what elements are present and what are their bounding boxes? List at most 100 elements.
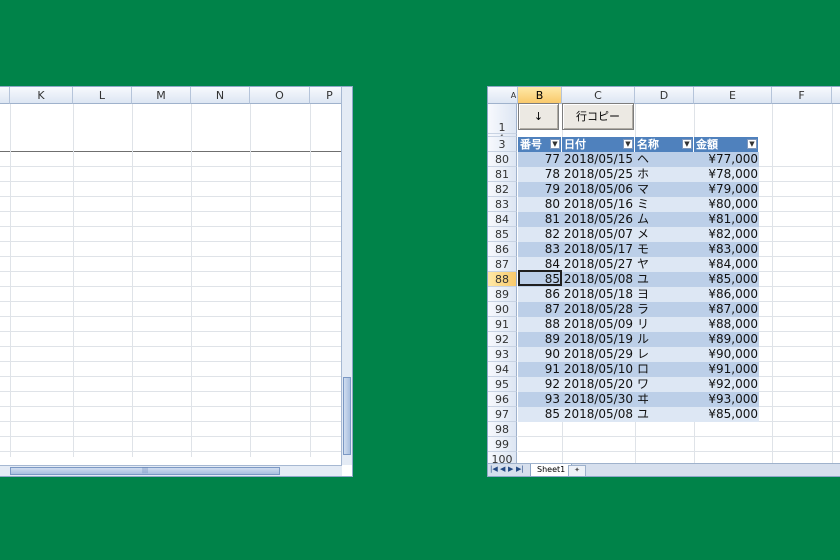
cell-amount[interactable]: ¥89,000 bbox=[694, 332, 759, 347]
cell-amount[interactable]: ¥82,000 bbox=[694, 227, 759, 242]
cell-name[interactable]: ル bbox=[635, 332, 694, 347]
left-vertical-scrollbar[interactable] bbox=[341, 87, 352, 465]
cell-date[interactable]: 2018/05/25 bbox=[562, 167, 635, 182]
row-header-82[interactable]: 82 bbox=[488, 182, 517, 197]
insert-sheet-icon[interactable]: ✦ bbox=[568, 465, 586, 476]
cell-name[interactable]: ヤ bbox=[635, 257, 694, 272]
row-header-99[interactable]: 99 bbox=[488, 437, 517, 452]
cell-amount[interactable]: ¥77,000 bbox=[694, 152, 759, 167]
row-header-1[interactable]: 1 bbox=[488, 104, 517, 134]
right-column-header-f[interactable]: F bbox=[772, 87, 832, 104]
cell-num[interactable]: 77 bbox=[518, 152, 562, 167]
right-column-header-a[interactable]: A bbox=[510, 87, 518, 104]
cell-num[interactable]: 82 bbox=[518, 227, 562, 242]
sheet-tab-sheet1[interactable]: Sheet1 bbox=[530, 464, 573, 476]
right-column-header-partial[interactable] bbox=[832, 87, 840, 104]
cell-date[interactable]: 2018/05/29 bbox=[562, 347, 635, 362]
right-column-header-c[interactable]: C bbox=[562, 87, 635, 104]
row-header-93[interactable]: 93 bbox=[488, 347, 517, 362]
cell-amount[interactable]: ¥92,000 bbox=[694, 377, 759, 392]
last-sheet-icon[interactable]: ▶| bbox=[516, 465, 524, 473]
cell-amount[interactable]: ¥91,000 bbox=[694, 362, 759, 377]
cell-num[interactable]: 92 bbox=[518, 377, 562, 392]
cell-num[interactable]: 81 bbox=[518, 212, 562, 227]
cell-name[interactable]: ワ bbox=[635, 377, 694, 392]
cell-date[interactable]: 2018/05/27 bbox=[562, 257, 635, 272]
cell-date[interactable]: 2018/05/08 bbox=[562, 407, 635, 422]
cell-amount[interactable]: ¥88,000 bbox=[694, 317, 759, 332]
cell-date[interactable]: 2018/05/09 bbox=[562, 317, 635, 332]
cell-name[interactable]: ヘ bbox=[635, 152, 694, 167]
cell-amount[interactable]: ¥86,000 bbox=[694, 287, 759, 302]
cell-name[interactable]: モ bbox=[635, 242, 694, 257]
cell-num[interactable]: 91 bbox=[518, 362, 562, 377]
cell-num[interactable]: 78 bbox=[518, 167, 562, 182]
left-column-header-n[interactable]: N bbox=[191, 87, 250, 104]
cell-name[interactable]: マ bbox=[635, 182, 694, 197]
header-cell-name[interactable]: 名称 ▼ bbox=[635, 137, 694, 152]
down-arrow-button[interactable]: ↓ bbox=[518, 103, 559, 130]
row-header-87[interactable]: 87 bbox=[488, 257, 517, 272]
prev-sheet-icon[interactable]: ◀ bbox=[500, 465, 505, 473]
filter-dropdown-icon[interactable]: ▼ bbox=[682, 139, 692, 149]
row-header-94[interactable]: 94 bbox=[488, 362, 517, 377]
header-cell-number[interactable]: 番号 ▼ bbox=[518, 137, 562, 152]
row-header-86[interactable]: 86 bbox=[488, 242, 517, 257]
cell-name[interactable]: ユ bbox=[635, 407, 694, 422]
header-cell-amount[interactable]: 金額 ▼ bbox=[694, 137, 759, 152]
row-header-83[interactable]: 83 bbox=[488, 197, 517, 212]
left-horizontal-scroll-thumb[interactable]: ||| bbox=[10, 467, 280, 475]
row-header-88[interactable]: 88 bbox=[488, 272, 517, 287]
filter-dropdown-icon[interactable]: ▼ bbox=[623, 139, 633, 149]
cell-num[interactable]: 89 bbox=[518, 332, 562, 347]
cell-name[interactable]: ム bbox=[635, 212, 694, 227]
cell-amount[interactable]: ¥87,000 bbox=[694, 302, 759, 317]
cell-num[interactable]: 88 bbox=[518, 317, 562, 332]
cell-amount[interactable]: ¥84,000 bbox=[694, 257, 759, 272]
left-column-header-l[interactable]: L bbox=[73, 87, 132, 104]
left-vertical-scroll-thumb[interactable] bbox=[343, 377, 351, 455]
cell-name[interactable]: ホ bbox=[635, 167, 694, 182]
cell-name[interactable]: レ bbox=[635, 347, 694, 362]
row-header-89[interactable]: 89 bbox=[488, 287, 517, 302]
cell-name[interactable]: メ bbox=[635, 227, 694, 242]
cell-date[interactable]: 2018/05/18 bbox=[562, 287, 635, 302]
cell-num[interactable]: 86 bbox=[518, 287, 562, 302]
cell-num[interactable]: 85 bbox=[518, 407, 562, 422]
cell-amount[interactable]: ¥83,000 bbox=[694, 242, 759, 257]
cell-num[interactable]: 83 bbox=[518, 242, 562, 257]
row-header-85[interactable]: 85 bbox=[488, 227, 517, 242]
cell-amount[interactable]: ¥78,000 bbox=[694, 167, 759, 182]
row-header-98[interactable]: 98 bbox=[488, 422, 517, 437]
next-sheet-icon[interactable]: ▶ bbox=[508, 465, 513, 473]
cell-date[interactable]: 2018/05/30 bbox=[562, 392, 635, 407]
cell-num[interactable]: 80 bbox=[518, 197, 562, 212]
cell-amount[interactable]: ¥81,000 bbox=[694, 212, 759, 227]
row-header-91[interactable]: 91 bbox=[488, 317, 517, 332]
right-column-header-d[interactable]: D bbox=[635, 87, 694, 104]
right-sheet-pane[interactable]: ABCDEF 1 2 3 80 81 82 83 84 85 86 87 88 89 90 91 92 93 94… bbox=[487, 86, 840, 477]
cell-num[interactable]: 90 bbox=[518, 347, 562, 362]
row-header-81[interactable]: 81 bbox=[488, 167, 517, 182]
cell-amount[interactable]: ¥85,000 bbox=[694, 407, 759, 422]
filter-dropdown-icon[interactable]: ▼ bbox=[747, 139, 757, 149]
left-column-header-k[interactable]: K bbox=[10, 87, 73, 104]
cell-name[interactable]: ミ bbox=[635, 197, 694, 212]
cell-amount[interactable]: ¥79,000 bbox=[694, 182, 759, 197]
right-column-header-e[interactable]: E bbox=[694, 87, 772, 104]
row-header-96[interactable]: 96 bbox=[488, 392, 517, 407]
cell-name[interactable]: ヰ bbox=[635, 392, 694, 407]
left-sheet-pane[interactable]: KLMNOP ||| bbox=[0, 86, 353, 477]
cell-date[interactable]: 2018/05/08 bbox=[562, 272, 635, 287]
cell-num[interactable]: 87 bbox=[518, 302, 562, 317]
cell-amount[interactable]: ¥93,000 bbox=[694, 392, 759, 407]
cell-date[interactable]: 2018/05/20 bbox=[562, 377, 635, 392]
row-header-90[interactable]: 90 bbox=[488, 302, 517, 317]
row-header-84[interactable]: 84 bbox=[488, 212, 517, 227]
cell-num[interactable]: 93 bbox=[518, 392, 562, 407]
row-header-3[interactable]: 3 bbox=[488, 137, 517, 152]
cell-name[interactable]: ヨ bbox=[635, 287, 694, 302]
cell-name[interactable]: ユ bbox=[635, 272, 694, 287]
cell-date[interactable]: 2018/05/07 bbox=[562, 227, 635, 242]
cell-amount[interactable]: ¥80,000 bbox=[694, 197, 759, 212]
